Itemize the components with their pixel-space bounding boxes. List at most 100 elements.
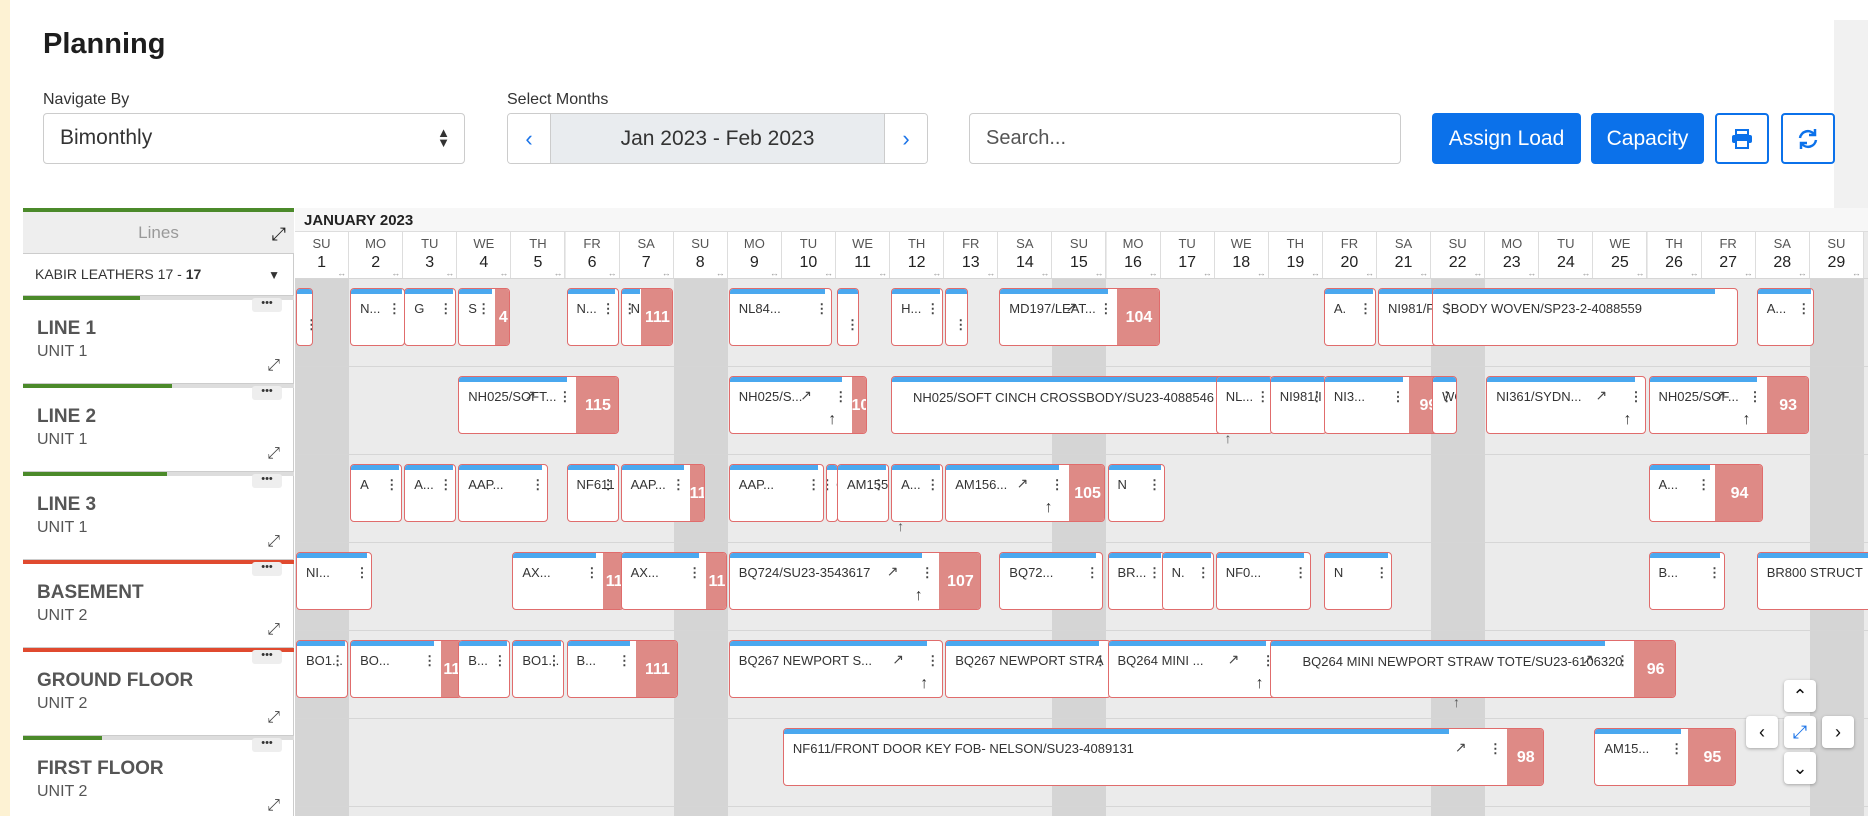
kebab-menu-icon[interactable]: ⋮ xyxy=(1441,301,1454,317)
refresh-button[interactable] xyxy=(1781,113,1835,164)
resize-handle-icon[interactable]: ↔ xyxy=(1257,268,1266,278)
order-block[interactable]: G ⋮ xyxy=(404,288,457,346)
kebab-menu-icon[interactable]: ⋮ xyxy=(807,477,820,493)
order-block[interactable]: NI361/SYDN... ↗ ⋮ ↑ xyxy=(1486,376,1647,434)
move-up-icon[interactable]: ↑ xyxy=(915,587,923,605)
order-block[interactable]: SBODY WOVEN/SP23-2-4088559 ⋮ xyxy=(1432,288,1739,346)
expand-icon[interactable]: ⤢ xyxy=(272,224,286,245)
order-block[interactable]: AAP... ⋮ 11 xyxy=(620,464,706,522)
kebab-menu-icon[interactable]: ⋮ xyxy=(672,477,685,493)
expand-icon[interactable]: ⤢ xyxy=(267,797,280,815)
trend-icon[interactable]: ↗ xyxy=(524,387,536,404)
kebab-menu-icon[interactable]: ⋮ xyxy=(531,477,544,493)
kebab-menu-icon[interactable]: ⋮ xyxy=(1086,565,1099,581)
order-block[interactable]: N...⋮111 xyxy=(620,288,673,346)
order-block[interactable]: A... ⋮ xyxy=(891,464,944,522)
trend-icon[interactable]: ↗ xyxy=(887,563,899,580)
expand-icon[interactable]: ⤢ xyxy=(267,709,280,727)
resize-handle-icon[interactable]: ↔ xyxy=(553,268,562,278)
kebab-menu-icon[interactable]: ⋮ xyxy=(331,653,344,669)
trend-icon[interactable]: ↗ xyxy=(1715,387,1727,404)
resize-handle-icon[interactable]: ↔ xyxy=(1419,268,1428,278)
order-block[interactable]: AX... ⋮ 11 xyxy=(512,552,624,610)
resize-handle-icon[interactable]: ↔ xyxy=(499,268,508,278)
move-up-icon[interactable]: ↑ xyxy=(1256,675,1264,693)
line-row[interactable]: LINE 1 UNIT 1 ••• ⤢ xyxy=(23,296,294,384)
kebab-menu-icon[interactable]: ⋮ xyxy=(623,301,636,317)
order-block[interactable]: BQ72... ⋮ xyxy=(999,552,1103,610)
resize-handle-icon[interactable]: ↔ xyxy=(1094,268,1103,278)
kebab-menu-icon[interactable]: ⋮ xyxy=(1256,389,1269,405)
order-block[interactable]: NL84... ⋮ xyxy=(728,288,833,346)
expand-icon[interactable]: ⤢ xyxy=(267,445,280,463)
resize-handle-icon[interactable]: ↔ xyxy=(770,268,779,278)
kebab-menu-icon[interactable]: ⋮ xyxy=(1094,653,1107,669)
line-row[interactable]: FIRST FLOOR UNIT 2 ••• ⤢ xyxy=(23,736,294,816)
kebab-menu-icon[interactable]: ⋮ xyxy=(1310,389,1323,405)
move-up-icon[interactable]: ↑ xyxy=(1045,499,1053,517)
kebab-menu-icon[interactable]: ⋮ xyxy=(388,301,401,317)
kebab-menu-icon[interactable]: ⋮ xyxy=(602,477,615,493)
kebab-menu-icon[interactable]: ⋮ xyxy=(1099,301,1112,317)
order-block[interactable]: AX... ⋮ 11 xyxy=(620,552,727,610)
kebab-menu-icon[interactable]: ⋮ xyxy=(547,653,560,669)
order-block[interactable]: N. ⋮ xyxy=(1161,552,1214,610)
kebab-menu-icon[interactable]: ⋮ xyxy=(926,477,939,493)
order-block[interactable]: BQ264 MINI NEWPORT STRAW TOTE/SU23-61063… xyxy=(1269,640,1677,698)
resize-handle-icon[interactable]: ↔ xyxy=(1635,268,1644,278)
kebab-menu-icon[interactable]: ⋮ xyxy=(1797,301,1810,317)
order-block[interactable]: NI3... ⋮ 99 xyxy=(1323,376,1447,434)
order-block[interactable]: BQ267 NEWPORT STRA ⋮ xyxy=(945,640,1111,698)
resize-handle-icon[interactable]: ↔ xyxy=(1149,268,1158,278)
order-block[interactable]: A. ⋮ xyxy=(1323,288,1376,346)
capacity-button[interactable]: Capacity xyxy=(1591,113,1704,164)
fit-view-button[interactable]: ⤢ xyxy=(1784,716,1816,748)
kebab-menu-icon[interactable]: ⋮ xyxy=(872,477,885,493)
order-block[interactable]: AM15... ⋮ 95 xyxy=(1594,728,1736,786)
kebab-menu-icon[interactable]: ⋮ xyxy=(1359,301,1372,317)
order-block[interactable]: BQ267 NEWPORT S... ↗ ⋮ ↑ xyxy=(728,640,944,698)
move-up-icon[interactable]: ↑ xyxy=(828,411,836,429)
trend-icon[interactable]: ↗ xyxy=(892,651,904,668)
kebab-menu-icon[interactable]: ⋮ xyxy=(602,301,615,317)
order-block[interactable]: B... ⋮ 111 xyxy=(566,640,679,698)
kebab-menu-icon[interactable]: ⋮ xyxy=(477,301,490,317)
trend-icon[interactable]: ↗ xyxy=(1595,387,1607,404)
kebab-menu-icon[interactable]: ⋮ xyxy=(1440,389,1453,405)
resize-handle-icon[interactable]: ↔ xyxy=(1365,268,1374,278)
move-up-icon[interactable]: ↑ xyxy=(1453,694,1460,710)
resize-handle-icon[interactable]: ↔ xyxy=(1690,268,1699,278)
kebab-menu-icon[interactable]: ⋮ xyxy=(1749,389,1762,405)
kebab-menu-icon[interactable]: ⋮ xyxy=(1616,653,1629,669)
kebab-menu-icon[interactable]: ⋮ xyxy=(846,317,858,333)
order-block[interactable]: BO... ⋮ 11 xyxy=(350,640,462,698)
order-block[interactable]: NF611 ⋮ xyxy=(566,464,619,522)
kebab-menu-icon[interactable]: ⋮ xyxy=(385,477,398,493)
move-up-icon[interactable]: ↑ xyxy=(897,518,904,534)
kebab-menu-icon[interactable]: ⋮ xyxy=(1708,565,1721,581)
kebab-menu-icon[interactable]: ⋮ xyxy=(439,477,452,493)
order-block[interactable]: BQ724/SU23-3543617 ↗ ⋮ ↑ 107 xyxy=(728,552,982,610)
line-row[interactable]: GROUND FLOOR UNIT 2 ••• ⤢ xyxy=(23,648,294,736)
resize-handle-icon[interactable]: ↔ xyxy=(716,268,725,278)
order-block[interactable]: N ⋮ xyxy=(1323,552,1393,610)
kebab-menu-icon[interactable]: ⋮ xyxy=(493,653,506,669)
order-block[interactable]: BO1... ⋮ xyxy=(296,640,349,698)
kebab-menu-icon[interactable]: ⋮ xyxy=(1697,477,1710,493)
trend-icon[interactable]: ↗ xyxy=(1017,475,1029,492)
kebab-menu-icon[interactable]: ⋮ xyxy=(926,301,939,317)
kebab-menu-icon[interactable]: ⋮ xyxy=(1051,477,1064,493)
kebab-menu-icon[interactable]: ⋮ xyxy=(827,477,834,493)
order-block[interactable]: B... ⋮ xyxy=(1648,552,1725,610)
resize-handle-icon[interactable]: ↔ xyxy=(1040,268,1049,278)
order-block[interactable]: A ⋮ xyxy=(350,464,403,522)
resize-handle-icon[interactable]: ↔ xyxy=(445,268,454,278)
pan-right-button[interactable]: › xyxy=(1822,716,1854,748)
more-options-icon[interactable]: ••• xyxy=(252,386,282,400)
move-up-icon[interactable]: ↑ xyxy=(1623,411,1631,429)
order-block[interactable]: S ⋮ 4 xyxy=(458,288,511,346)
kebab-menu-icon[interactable]: ⋮ xyxy=(423,653,436,669)
order-block[interactable]: N ⋮ xyxy=(1107,464,1165,522)
kebab-menu-icon[interactable]: ⋮ xyxy=(355,565,368,581)
kebab-menu-icon[interactable]: ⋮ xyxy=(1197,565,1210,581)
